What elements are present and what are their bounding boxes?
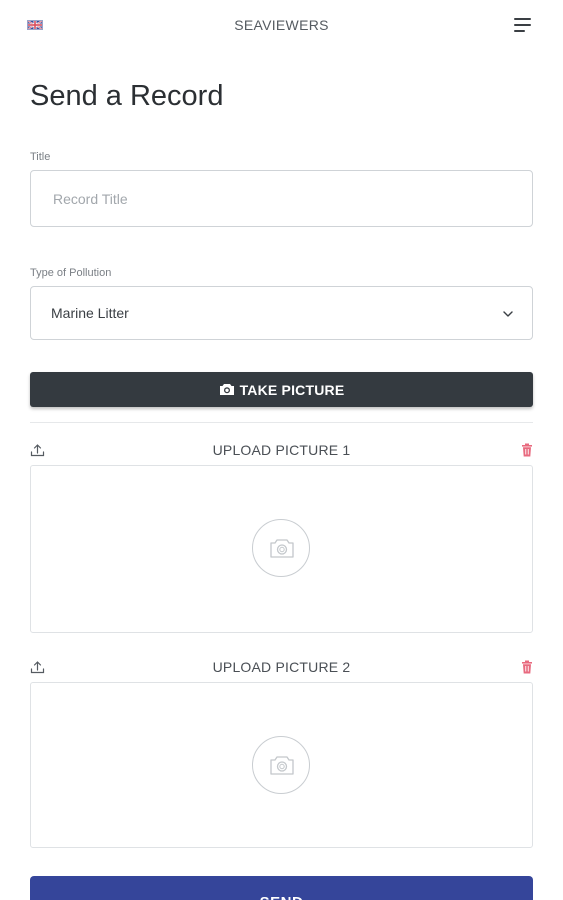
upload-picture-1-label: UPLOAD PICTURE 1	[212, 442, 351, 458]
trash-icon[interactable]	[521, 443, 533, 457]
divider	[30, 422, 533, 423]
camera-placeholder	[252, 519, 310, 577]
trash-icon[interactable]	[521, 660, 533, 674]
upload-picture-1-header: UPLOAD PICTURE 1	[30, 440, 533, 460]
upload-picture-2-label: UPLOAD PICTURE 2	[212, 659, 351, 675]
camera-icon	[270, 539, 294, 558]
camera-icon	[219, 384, 234, 395]
take-picture-label: TAKE PICTURE	[239, 381, 345, 398]
top-bar: SEAVIEWERS	[0, 0, 563, 52]
brand-title: SEAVIEWERS	[234, 17, 329, 33]
pollution-type-label: Type of Pollution	[30, 267, 112, 279]
pollution-type-value: Marine Litter	[51, 305, 129, 321]
upload-picture-1-dropzone[interactable]	[30, 465, 533, 633]
chevron-down-icon	[503, 311, 513, 317]
camera-placeholder	[252, 736, 310, 794]
page-title: Send a Record	[30, 80, 224, 112]
upload-picture-2-header: UPLOAD PICTURE 2	[30, 657, 533, 677]
title-label: Title	[30, 151, 51, 163]
hamburger-menu-icon[interactable]	[514, 17, 534, 34]
camera-icon	[270, 756, 294, 775]
record-title-input[interactable]	[30, 170, 533, 227]
upload-picture-2-dropzone[interactable]	[30, 682, 533, 848]
take-picture-button[interactable]: TAKE PICTURE	[30, 372, 533, 407]
send-button[interactable]: SEND	[30, 876, 533, 900]
pollution-type-select[interactable]: Marine Litter	[30, 286, 533, 340]
